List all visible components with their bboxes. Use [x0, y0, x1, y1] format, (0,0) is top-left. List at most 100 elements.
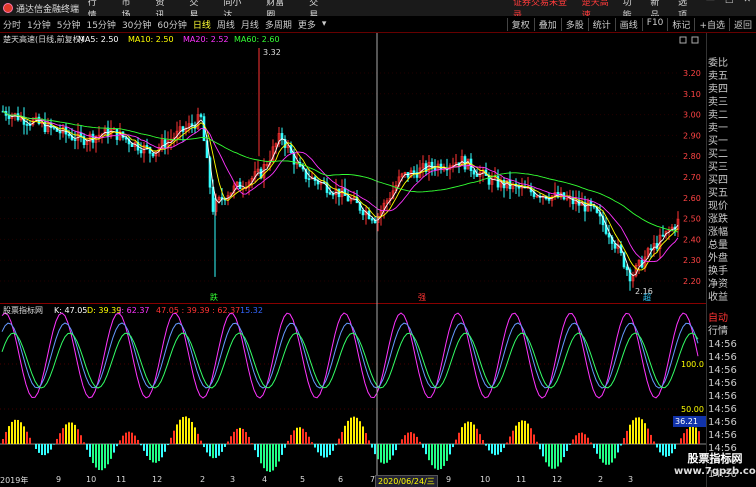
date-label: 6	[338, 475, 344, 484]
indicator-kdj: 47.05 : 39.39 : 62.37	[156, 306, 240, 315]
candle-body	[343, 187, 347, 196]
ind-bar	[188, 418, 190, 444]
tool-multi-stock[interactable]: 多股	[560, 17, 588, 31]
quote-row: 卖四	[708, 84, 728, 95]
chevron-down-icon[interactable]: ▾	[319, 19, 330, 29]
tool-overlay[interactable]: 叠加	[533, 17, 561, 31]
ind-bar	[155, 444, 157, 463]
ind-bar	[176, 424, 178, 444]
ind-bar	[74, 424, 76, 444]
ind-bar	[692, 425, 694, 444]
ind-bar	[473, 424, 475, 444]
ind-bar	[422, 444, 424, 448]
ind-bar	[77, 429, 79, 444]
candle-body	[370, 218, 374, 221]
ind-bar	[215, 444, 217, 458]
tick-time-row: 14:56	[708, 430, 737, 441]
ind-bar	[626, 430, 628, 444]
ind-bar	[257, 444, 259, 458]
ind-bar	[248, 436, 250, 444]
ind-bar	[236, 428, 238, 444]
price-tick: 2.40	[683, 235, 701, 244]
k-line	[1, 322, 699, 389]
tool-mark[interactable]: 标记	[667, 17, 694, 31]
candle-body	[190, 123, 194, 126]
ind-tick-100: 100.0	[681, 360, 704, 369]
period-multi[interactable]: 多周期	[262, 18, 295, 31]
tick-time-row: 14:56	[708, 391, 737, 402]
ind-bar	[596, 444, 598, 454]
date-label: 9	[446, 475, 452, 484]
ind-bar	[125, 432, 127, 444]
ind-bar	[203, 444, 205, 448]
tool-stats[interactable]: 统计	[587, 17, 615, 31]
candle-body	[328, 192, 332, 195]
ind-bar	[599, 444, 601, 459]
period-weekly[interactable]: 周线	[214, 18, 238, 31]
price-tick: 2.70	[683, 173, 701, 182]
period-5min[interactable]: 5分钟	[54, 18, 84, 31]
ind-bar	[224, 444, 226, 447]
period-timeshare[interactable]: 分时	[0, 18, 24, 31]
ind-bar	[461, 427, 463, 444]
price-chart[interactable]: 楚天高速(日线,前复权) MA5: 2.50 MA10: 2.50 MA20: …	[0, 33, 706, 303]
ind-bar	[521, 420, 523, 444]
ind-bar	[296, 427, 298, 444]
candle-body	[139, 149, 143, 154]
ind-bar	[29, 437, 31, 444]
ind-bar	[335, 444, 337, 446]
logo-icon	[3, 3, 13, 13]
period-more[interactable]: 更多	[295, 18, 319, 31]
ind-bar	[182, 416, 184, 444]
ind-bar	[83, 442, 85, 444]
date-label: 4	[262, 475, 268, 484]
ind-bar	[575, 435, 577, 444]
ind-bar	[116, 444, 118, 447]
indicator-chart[interactable]: 股票指标网 K: 47.05 D: 39.39 J: 62.37 47.05 :…	[0, 303, 706, 475]
date-label: 2019年	[0, 476, 29, 485]
ind-bar	[311, 442, 313, 444]
side-market-label[interactable]: 行情	[707, 325, 756, 338]
ind-bar	[128, 431, 130, 444]
tool-add-favorite[interactable]: +自选	[694, 17, 729, 31]
ind-bar	[365, 433, 367, 444]
chart-tools: 复权 叠加 多股 统计 画线 F10 标记 +自选 返回	[506, 17, 756, 31]
window-control-icons[interactable]	[679, 36, 699, 44]
tool-draw[interactable]: 画线	[614, 17, 642, 31]
ind-bar	[518, 422, 520, 444]
ind-bar	[227, 441, 229, 444]
tool-adjust[interactable]: 复权	[506, 17, 534, 31]
ind-bar	[458, 432, 460, 444]
ind-bar	[572, 439, 574, 444]
tool-back[interactable]: 返回	[728, 17, 756, 31]
candle-body	[73, 139, 77, 141]
ind-bar	[137, 439, 139, 444]
ind-bar	[170, 437, 172, 444]
ind-bar	[524, 420, 526, 444]
ind-bar	[371, 444, 373, 448]
ind-bar	[671, 444, 673, 454]
candle-body	[163, 139, 167, 148]
period-monthly[interactable]: 月线	[238, 18, 262, 31]
ind-bar	[317, 444, 319, 453]
ind-bar	[563, 444, 565, 458]
period-1min[interactable]: 1分钟	[24, 18, 54, 31]
tool-f10[interactable]: F10	[641, 17, 668, 31]
ind-bar	[560, 444, 562, 463]
period-30min[interactable]: 30分钟	[119, 18, 154, 31]
price-tick: 3.00	[683, 111, 701, 120]
ind-bar	[479, 434, 481, 444]
ind-bar	[650, 434, 652, 444]
quote-row: 换手	[708, 266, 728, 277]
ind-bar	[431, 444, 433, 466]
period-15min[interactable]: 15分钟	[83, 18, 118, 31]
candle-body	[52, 127, 56, 129]
quote-row: 买二	[708, 149, 728, 160]
period-daily[interactable]: 日线	[190, 18, 214, 31]
side-auto-label[interactable]: 自动	[707, 312, 756, 325]
tick-time-row: 14:56	[708, 378, 737, 389]
high-price-label: 3.32	[263, 48, 281, 57]
ind-bar	[689, 426, 691, 444]
ind-bar	[554, 444, 556, 469]
period-60min[interactable]: 60分钟	[154, 18, 189, 31]
